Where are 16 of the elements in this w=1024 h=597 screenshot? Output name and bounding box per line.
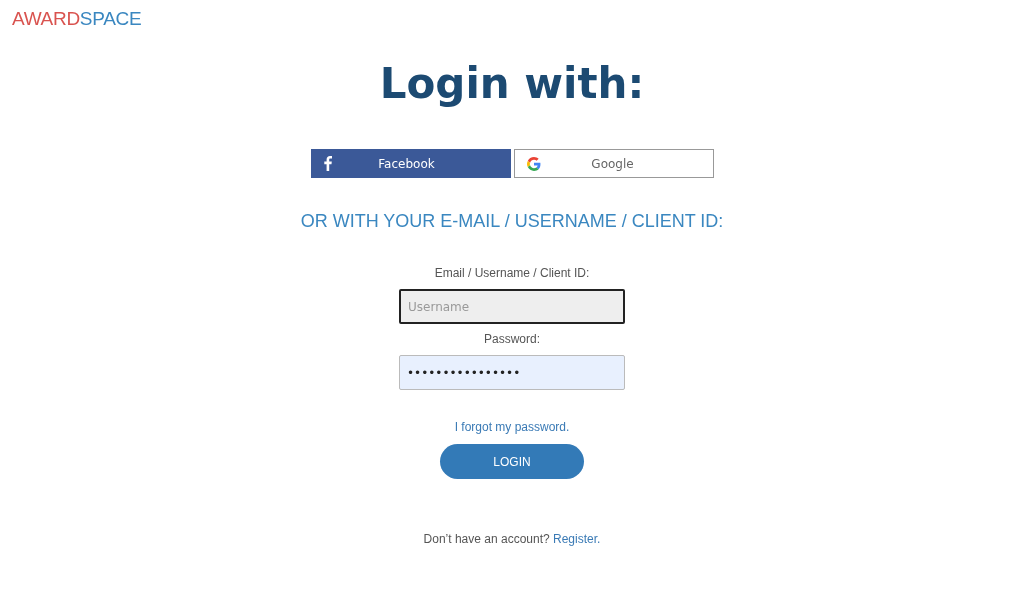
social-login-button[interactable]: Google [513, 149, 714, 178]
login-button[interactable]: LOGIN [440, 444, 584, 479]
forgot-password-link[interactable]: I forgot my password. [454, 420, 570, 434]
logo-text: AWARD [12, 8, 80, 30]
section-heading: OR WITH YOUR E-MAIL / USERNAME / CLIENT ID: [300, 211, 724, 232]
page-title: Login with: [379, 60, 645, 108]
register-prompt: Don’t have an account? Register. [423, 532, 601, 546]
logo-text: SPACE [79, 8, 142, 30]
facebook-icon [323, 156, 332, 171]
input-field[interactable]: Username [399, 289, 625, 324]
social-login-button[interactable]: Facebook [310, 149, 511, 178]
field-label: Password: [484, 332, 540, 346]
field-label: Email / Username / Client ID: [434, 266, 590, 280]
input-field[interactable]: •••••••••••••••• [399, 355, 625, 390]
google-icon [526, 156, 541, 171]
register-link[interactable]: Register. [553, 532, 601, 546]
